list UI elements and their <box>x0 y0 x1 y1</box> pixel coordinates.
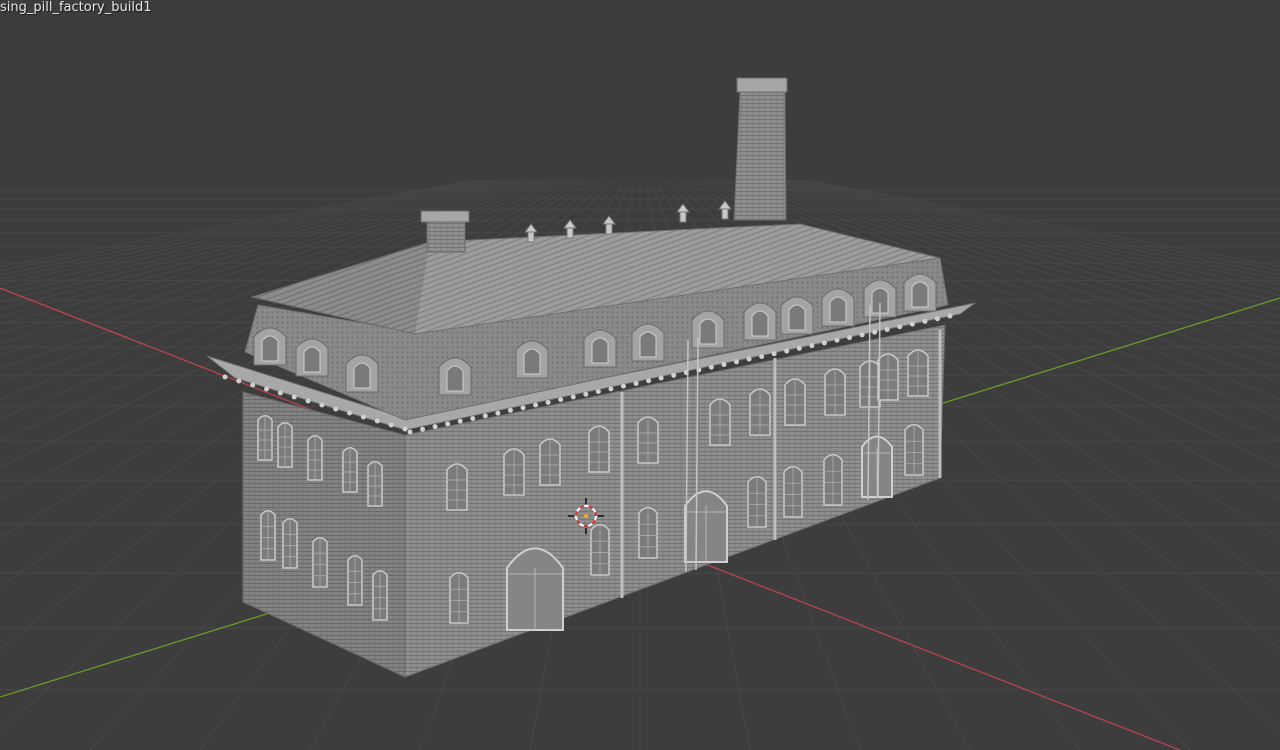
viewport-object-name: sing_pill_factory_build1 <box>0 0 152 15</box>
factory-building-model[interactable] <box>206 77 976 678</box>
3d-viewport[interactable] <box>0 0 1280 750</box>
small-chimney <box>420 210 470 253</box>
smokestack <box>733 77 788 221</box>
